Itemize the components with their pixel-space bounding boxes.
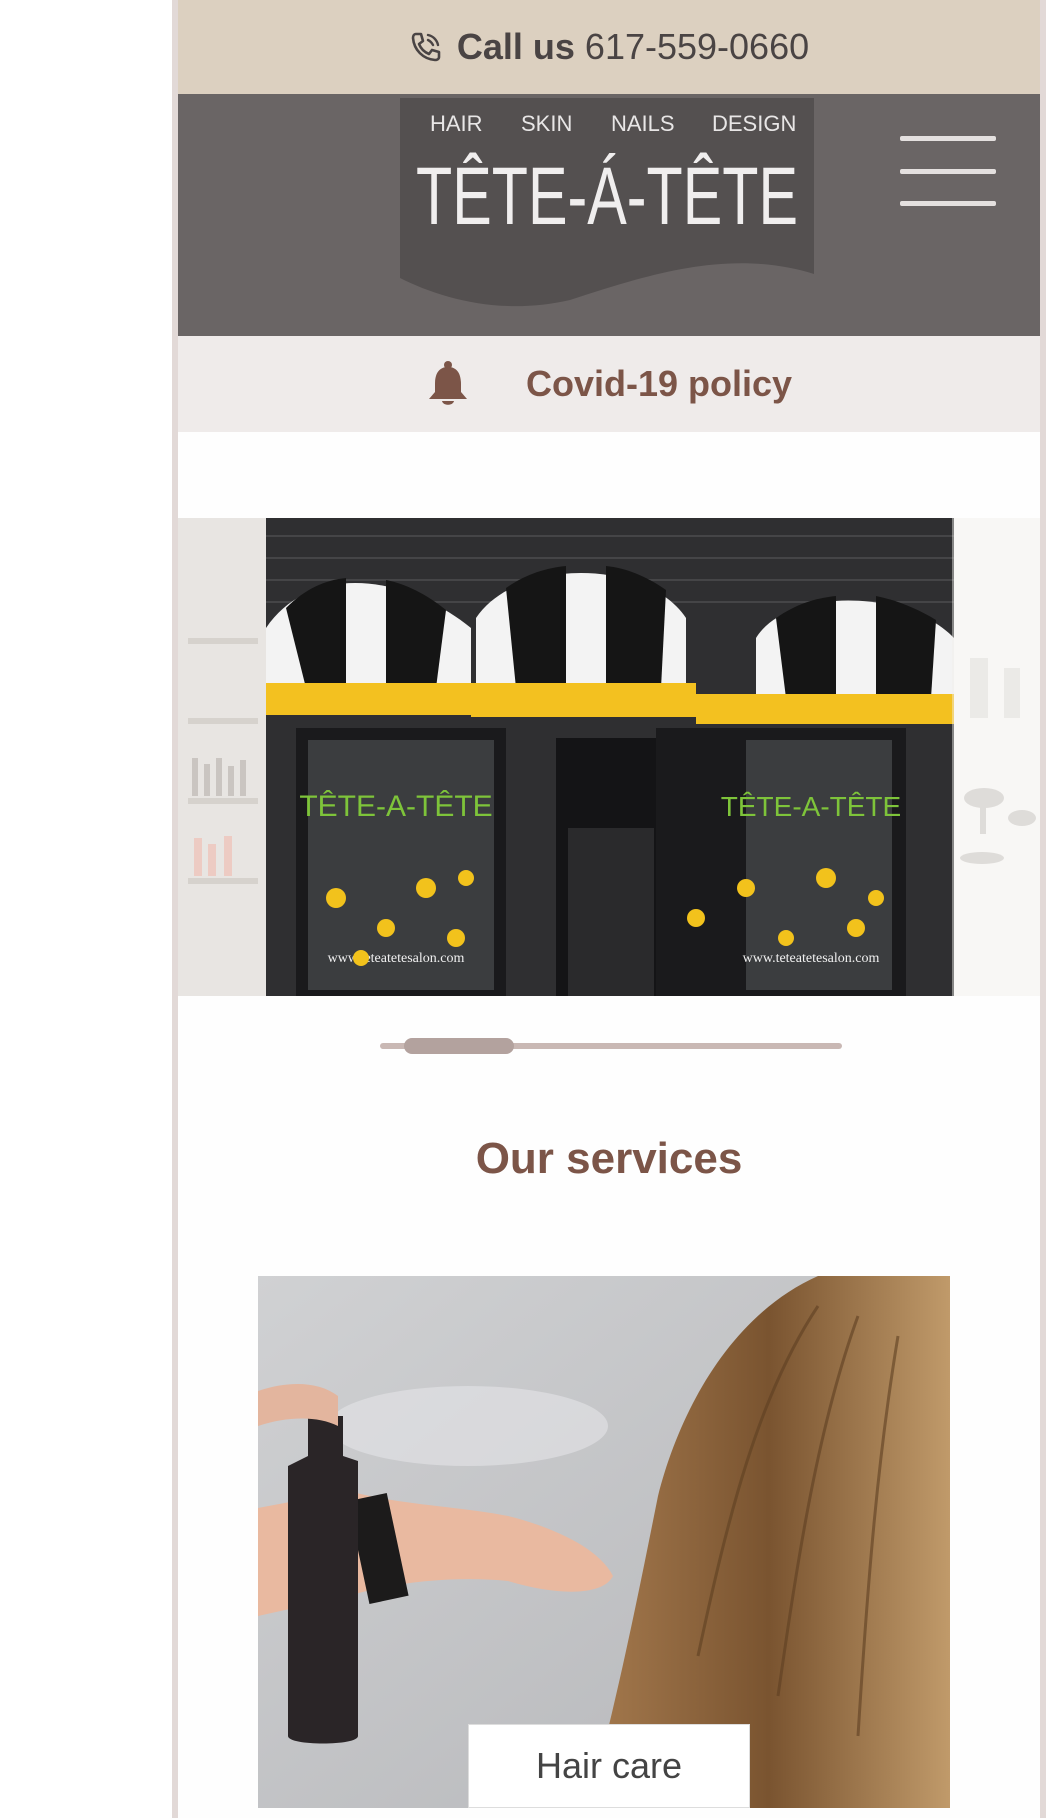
bell-icon [426, 360, 470, 408]
menu-line [900, 168, 996, 174]
storefront-sign-left: TÊTE-A-TÊTE [299, 790, 492, 823]
mobile-page: Call us 617-559-0660 HAIR SKIN NAILS DES… [172, 0, 1046, 1818]
call-label: Call us [456, 26, 575, 67]
logo-category-design: DESIGN [712, 111, 796, 136]
storefront-url-left: www.teteatetesalon.com [328, 951, 465, 966]
site-header: HAIR SKIN NAILS DESIGN TÊTE-Á-TÊTE [178, 94, 1040, 336]
services-heading: Our services [475, 1134, 743, 1183]
carousel-scrollbar[interactable] [380, 1038, 842, 1054]
phone-number-link[interactable]: 617-559-0660 [585, 26, 809, 68]
hamburger-icon[interactable] [900, 136, 996, 206]
storefront-url-right: www.teteatetesalon.com [743, 951, 880, 966]
menu-line [900, 201, 996, 206]
service-card-hair-care[interactable]: Hair care [258, 1276, 950, 1808]
call-bar[interactable]: Call us 617-559-0660 [178, 0, 1040, 94]
site-logo[interactable]: HAIR SKIN NAILS DESIGN TÊTE-Á-TÊTE [400, 98, 814, 310]
logo-category-hair: HAIR [430, 111, 483, 136]
image-carousel[interactable]: TÊTE-A-TÊTE TÊTE-A-TÊTE www.teteatetesal… [178, 518, 1040, 996]
carousel-scrollbar-thumb[interactable] [404, 1038, 514, 1054]
menu-line [900, 136, 996, 141]
next-slide-peek[interactable] [952, 518, 1040, 996]
logo-name: TÊTE-Á-TÊTE [416, 151, 798, 242]
covid-policy-label: Covid-19 policy [525, 363, 793, 404]
logo-category-nails: NAILS [611, 111, 675, 136]
phone-icon [409, 30, 443, 64]
logo-category-skin: SKIN [521, 111, 572, 136]
previous-slide-peek[interactable] [178, 518, 266, 996]
service-label-hair-care[interactable]: Hair care [468, 1724, 750, 1808]
covid-policy-link[interactable]: Covid-19 policy [178, 336, 1040, 432]
storefront-sign-right: TÊTE-A-TÊTE [721, 791, 901, 822]
storefront-slide: TÊTE-A-TÊTE TÊTE-A-TÊTE www.teteatetesal… [266, 518, 954, 996]
